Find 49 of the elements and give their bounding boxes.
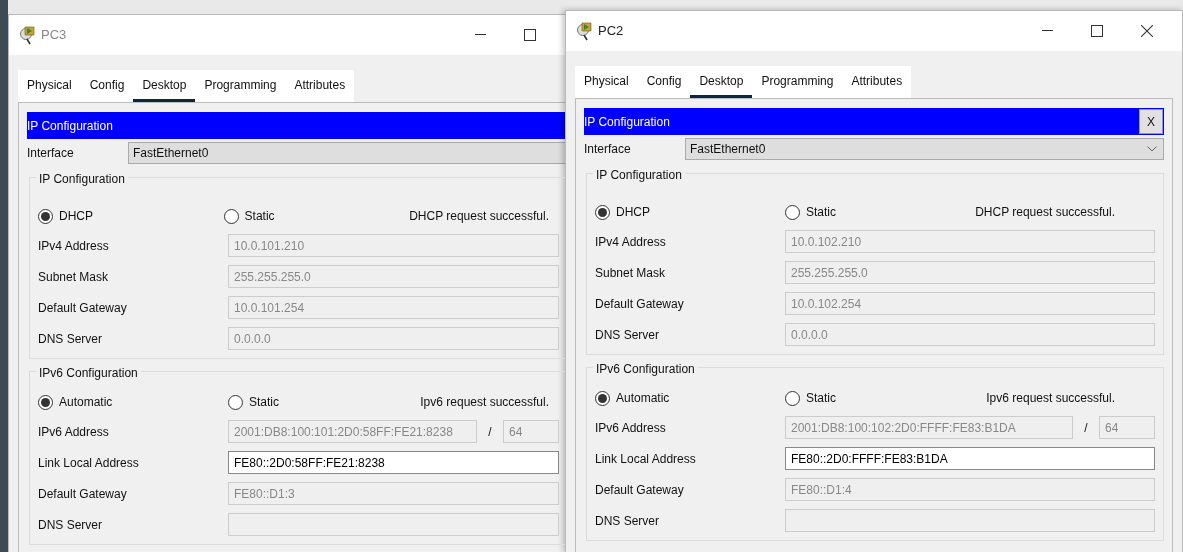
radio-option[interactable]: Static — [223, 207, 410, 225]
field-label: Interface — [27, 145, 75, 162]
field-label: Default Gateway — [595, 295, 685, 313]
field-label: DNS Server — [38, 330, 103, 348]
field-label: DNS Server — [38, 516, 103, 534]
field-label: Default Gateway — [38, 299, 128, 317]
computer-magnifier-icon — [576, 21, 594, 41]
panel-title: IP Configuration — [27, 117, 113, 135]
window-title: PC3 — [41, 26, 67, 45]
field-label: DNS Server — [595, 512, 660, 530]
window-title: PC2 — [598, 22, 624, 41]
field-label: IPv4 Address — [595, 233, 667, 251]
panel-title: IP Configuration — [584, 113, 670, 131]
radio-option[interactable]: Static — [228, 393, 418, 411]
radio-option[interactable]: Automatic — [595, 389, 785, 407]
close-icon — [1141, 25, 1153, 37]
minimize-icon — [1041, 30, 1053, 32]
status-text: Ipv6 request successful. — [420, 394, 549, 411]
input-field[interactable]: FE80::2D0:58FF:FE21:8238 — [228, 451, 559, 474]
field-label: DNS Server — [595, 326, 660, 344]
field-label: Default Gateway — [595, 481, 685, 499]
status-text: Ipv6 request successful. — [986, 390, 1115, 407]
radio-option[interactable]: Automatic — [38, 393, 228, 411]
interface-dropdown[interactable]: FastEthernet0 — [128, 142, 565, 164]
radio-option[interactable]: DHCP — [38, 207, 224, 225]
close-button[interactable]: X — [1139, 109, 1163, 134]
maximize-icon — [524, 29, 536, 41]
field-label: Default Gateway — [38, 485, 128, 503]
input-field[interactable]: FE80::2D0:FFFF:FE83:B1DA — [785, 447, 1155, 470]
radio-option[interactable]: Static — [785, 203, 975, 221]
field-label: Subnet Mask — [38, 268, 110, 286]
status-text: DHCP request successful. — [409, 208, 549, 225]
radio-option[interactable]: Static — [785, 389, 975, 407]
field-label: Link Local Address — [595, 450, 697, 468]
field-label: IPv6 Address — [38, 423, 110, 441]
field-label: Subnet Mask — [595, 264, 667, 282]
computer-magnifier-icon — [19, 25, 37, 45]
caret-icon — [1147, 146, 1157, 152]
minimize-icon — [474, 34, 486, 36]
separator-text: / — [487, 423, 493, 441]
radio-option[interactable]: DHCP — [595, 203, 785, 221]
separator-text: / — [1083, 419, 1089, 437]
interface-dropdown[interactable]: FastEthernet0 — [685, 138, 1164, 160]
field-label: IPv4 Address — [38, 237, 110, 255]
maximize-icon — [1091, 25, 1103, 37]
field-label: Interface — [584, 141, 632, 158]
status-text: DHCP request successful. — [975, 204, 1115, 221]
field-label: IPv6 Address — [595, 419, 667, 437]
field-label: Link Local Address — [38, 454, 140, 472]
